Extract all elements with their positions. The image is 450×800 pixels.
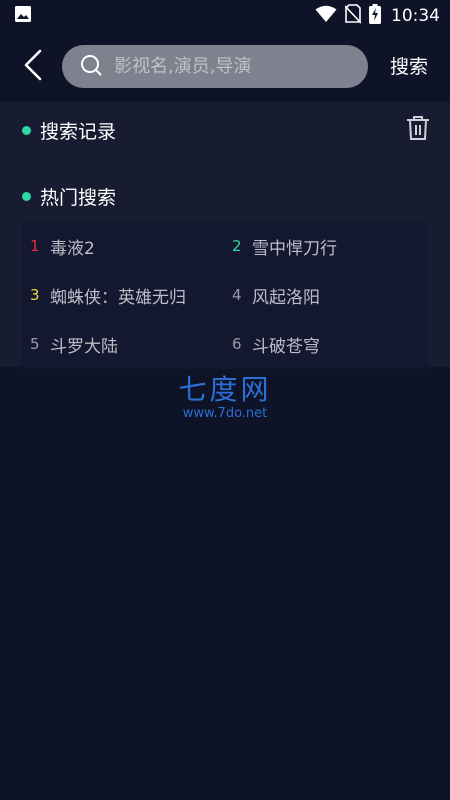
status-left (14, 5, 32, 27)
hot-item-1[interactable]: 1 毒液2 (22, 231, 212, 261)
hot-item-text: 雪中悍刀行 (252, 238, 337, 259)
hot-item-text: 风起洛阳 (252, 287, 320, 308)
search-button[interactable]: 搜索 (380, 52, 438, 82)
watermark-logo: 七度网 www.7do.net (170, 374, 280, 430)
search-header: 搜索 (0, 32, 450, 102)
no-sim-icon (344, 4, 362, 28)
battery-charging-icon (369, 4, 381, 28)
image-icon (14, 5, 32, 27)
clear-history-button[interactable] (406, 115, 430, 141)
watermark-main: 七度网 (178, 373, 272, 406)
watermark-url: www.7do.net (182, 406, 268, 421)
rank-number: 5 (30, 335, 40, 353)
hot-section-title: 热门搜索 (22, 183, 116, 210)
hot-item-4[interactable]: 4 风起洛阳 (224, 280, 414, 310)
search-icon (80, 54, 102, 80)
hot-item-3[interactable]: 3 蜘蛛侠：英雄无归 (22, 280, 212, 310)
chevron-left-icon (23, 49, 43, 85)
rank-number: 3 (30, 286, 40, 304)
hot-item-text: 毒液2 (50, 238, 95, 259)
search-panel: 搜索记录 热门搜索 1 毒液2 2 雪中悍刀行 3 蜘蛛侠：英雄无归 4 风起洛… (0, 102, 450, 369)
hot-item-2[interactable]: 2 雪中悍刀行 (224, 231, 414, 261)
hot-title: 热门搜索 (40, 187, 117, 209)
rank-number: 4 (232, 286, 242, 304)
hot-search-list: 1 毒液2 2 雪中悍刀行 3 蜘蛛侠：英雄无归 4 风起洛阳 5 斗罗大陆 6… (22, 221, 427, 369)
history-title: 搜索记录 (40, 121, 117, 143)
back-button[interactable] (16, 49, 50, 85)
hot-item-5[interactable]: 5 斗罗大陆 (22, 329, 212, 359)
search-box[interactable] (62, 45, 368, 88)
status-time: 10:34 (391, 6, 440, 26)
status-bar: 10:34 (0, 0, 450, 32)
section-dot (22, 192, 31, 201)
hot-item-text: 蜘蛛侠：英雄无归 (50, 287, 186, 308)
hot-item-6[interactable]: 6 斗破苍穹 (224, 329, 414, 359)
status-right: 10:34 (315, 4, 440, 28)
section-dot (22, 126, 31, 135)
trash-icon (406, 116, 430, 145)
rank-number: 6 (232, 335, 242, 353)
rank-number: 2 (232, 237, 242, 255)
history-section-title: 搜索记录 (22, 117, 116, 144)
wifi-icon (315, 5, 337, 27)
search-input[interactable] (114, 56, 344, 77)
hot-item-text: 斗罗大陆 (50, 336, 118, 357)
hot-item-text: 斗破苍穹 (252, 336, 320, 357)
rank-number: 1 (30, 237, 40, 255)
